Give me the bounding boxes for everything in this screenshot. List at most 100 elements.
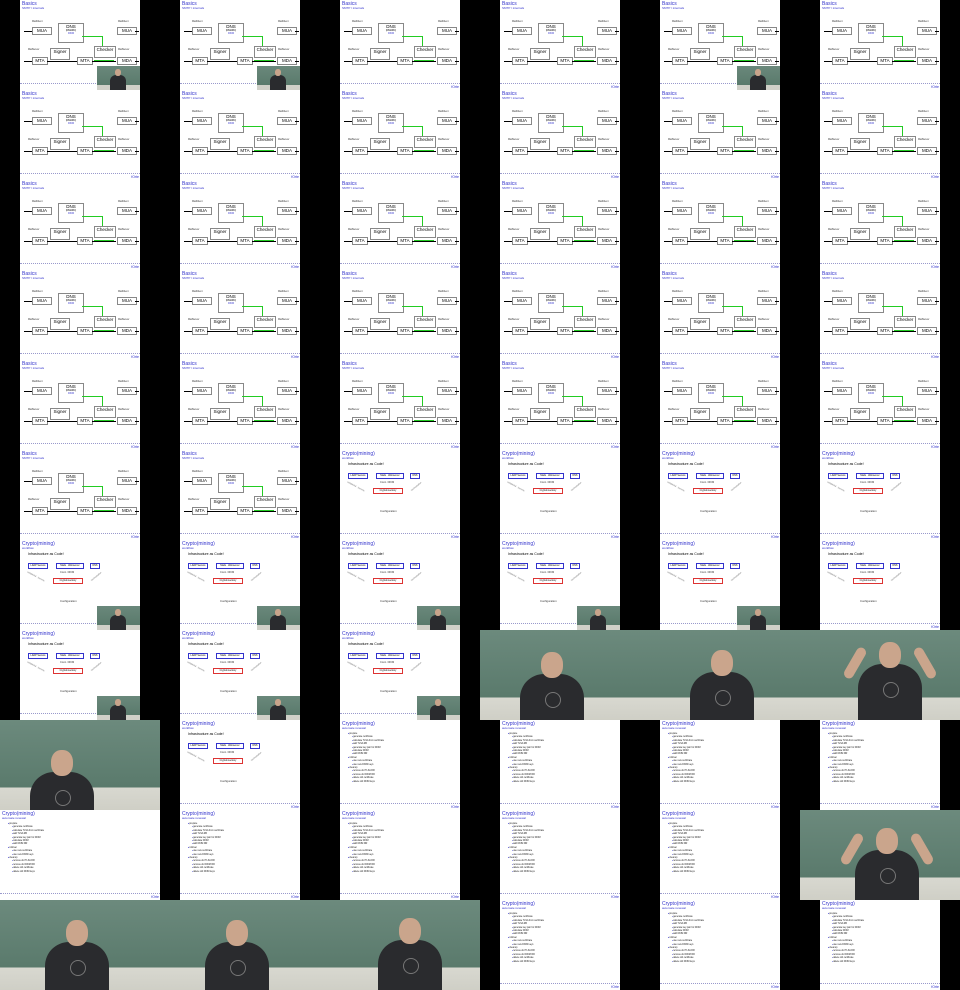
ldap-box: LDAP Secrets <box>828 473 848 479</box>
mailclient-label-right: MailClient <box>278 200 289 203</box>
arrow-out-mua <box>615 301 619 302</box>
slide-smtp: Basics SMTP / internals MailClient MailC… <box>820 90 940 180</box>
dns-box: DNS <box>250 653 260 659</box>
mailserver-label-right: MailServer <box>118 48 130 51</box>
dkim-label: DKIM <box>388 302 394 305</box>
slide-crypto-workflow: Crypto(mining) workflow Infrastructure a… <box>660 450 780 540</box>
mailclient-label-right: MailClient <box>278 380 289 383</box>
arrow-in-mta <box>184 511 192 512</box>
mailclient-label: MailClient <box>672 200 683 203</box>
green-arrow-mda <box>894 150 914 151</box>
configuration-label: Configuration <box>220 599 237 603</box>
arrow-in-mua <box>24 301 32 302</box>
logo: fOrte <box>451 445 459 449</box>
slide-subtitle: workflow <box>22 636 34 640</box>
green-arrow-dns-checker <box>882 396 902 397</box>
arrow-out-mda <box>135 241 139 242</box>
mailclient-label-right: MailClient <box>438 20 449 23</box>
arrow-out-mua <box>295 391 299 392</box>
slide-smtp: Basics SMTP / internals MailClient MailC… <box>20 270 140 360</box>
mailserver-label-right: MailServer <box>598 228 610 231</box>
mta-left-box: MTA <box>352 57 368 65</box>
thumbnail-tile: Basics SMTP / internals MailClient MailC… <box>320 0 480 90</box>
slide-subtitle: SMTP / internals <box>662 186 685 190</box>
diag-left-label: Unlabeled · Secrets <box>826 481 845 493</box>
slide-subtitle: automate renewal <box>662 906 686 910</box>
dns-box: DNS (DMARC) DKIM <box>218 293 244 313</box>
mta-left-box: MTA <box>32 417 48 425</box>
dkim-label: DKIM <box>868 212 874 215</box>
mda-box: MDA <box>277 147 297 155</box>
green-arrow-dns-checker <box>82 126 102 127</box>
slide-smtp: Basics SMTP / internals MailClient MailC… <box>500 360 620 450</box>
mailserver-label-right: MailServer <box>118 228 130 231</box>
arrow-out-mda <box>135 151 139 152</box>
mda-box: MDA <box>117 417 137 425</box>
thumbnail-tile: Basics SMTP / internals MailClient MailC… <box>480 180 640 270</box>
arrow-in-mua <box>184 391 192 392</box>
green-arrow-mda <box>254 330 274 331</box>
green-line-checker <box>422 216 423 226</box>
green-arrow-mda <box>414 240 434 241</box>
signer-box: Signer <box>370 318 390 330</box>
bullet-item: delete old DKIM keys <box>348 781 384 784</box>
mua-left-box: MUA <box>672 117 692 125</box>
camera-frame-speaker <box>160 900 320 990</box>
arrow-out-mda <box>135 511 139 512</box>
signer-box: Signer <box>50 228 70 240</box>
arrow-mta-mta <box>47 61 77 62</box>
slide-smtp: Basics SMTP / internals MailClient MailC… <box>660 180 780 270</box>
logo: fOrte <box>931 265 939 269</box>
green-arrow-dns-checker <box>242 306 262 307</box>
mails-box: Mails · Webserver <box>376 653 404 659</box>
green-arrow-mda <box>414 330 434 331</box>
dns-box: DNS (DMARC) DKIM <box>58 113 84 133</box>
mda-box: MDA <box>597 237 617 245</box>
mta-right-box: MTA <box>397 237 413 245</box>
mda-box: MDA <box>437 417 457 425</box>
mailserver-label: MailServer <box>188 408 200 411</box>
green-line-checker <box>262 126 263 136</box>
dns-box: DNS (DMARC) DKIM <box>538 23 564 43</box>
mailclient-label-right: MailClient <box>758 110 769 113</box>
configuration-label: Configuration <box>860 509 877 513</box>
slide-bullets: Crypto(mining) automate renewal prepareg… <box>820 720 940 810</box>
arrow-out-mda <box>295 331 299 332</box>
arrow-out-mua <box>455 301 459 302</box>
arrow-mta-mda <box>92 421 116 422</box>
mailclient-label-right: MailClient <box>598 290 609 293</box>
mailclient-label: MailClient <box>832 380 843 383</box>
mta-left-box: MTA <box>832 237 848 245</box>
arrow-in-mta <box>24 61 32 62</box>
slide-footer <box>500 83 620 85</box>
dkim-label: DKIM <box>548 302 554 305</box>
mailserver-label: MailServer <box>28 48 40 51</box>
thumbnail-tile: Basics SMTP / internals MailClient MailC… <box>480 90 640 180</box>
shirt-print <box>715 690 731 706</box>
dkim-label: DKIM <box>868 392 874 395</box>
checker-box: Checker <box>94 496 116 508</box>
arrow-out-mua <box>295 121 299 122</box>
arrow-out-mda <box>775 331 779 332</box>
bullet-list: preparegenerate certificatecalculate TLS… <box>508 823 544 874</box>
arrow-out-mda <box>135 421 139 422</box>
green-arrow-dns-checker <box>562 306 582 307</box>
signer-box: Signer <box>690 318 710 330</box>
bullet-list: preparegenerate certificatecalculate TLS… <box>668 913 704 964</box>
dns-box: DNS (DMARC) DKIM <box>218 23 244 43</box>
mta-right-box: MTA <box>877 147 893 155</box>
arrow-out-mda <box>295 421 299 422</box>
logo: fOrte <box>771 895 779 899</box>
green-line-checker <box>902 126 903 136</box>
crypto-heading: Infrastructure as Code! <box>348 642 384 646</box>
green-arrow-mda <box>734 60 754 61</box>
camera-frame-speaker <box>320 900 480 990</box>
mta-left-box: MTA <box>512 57 528 65</box>
mailserver-label-right: MailServer <box>758 408 770 411</box>
mailserver-label: MailServer <box>828 48 840 51</box>
diag-right-label: Orchestration <box>890 482 903 492</box>
arrow-out-mda <box>775 61 779 62</box>
logo: fOrte <box>771 265 779 269</box>
logo: fOrte <box>451 355 459 359</box>
arrow-mta-mda <box>412 331 436 332</box>
